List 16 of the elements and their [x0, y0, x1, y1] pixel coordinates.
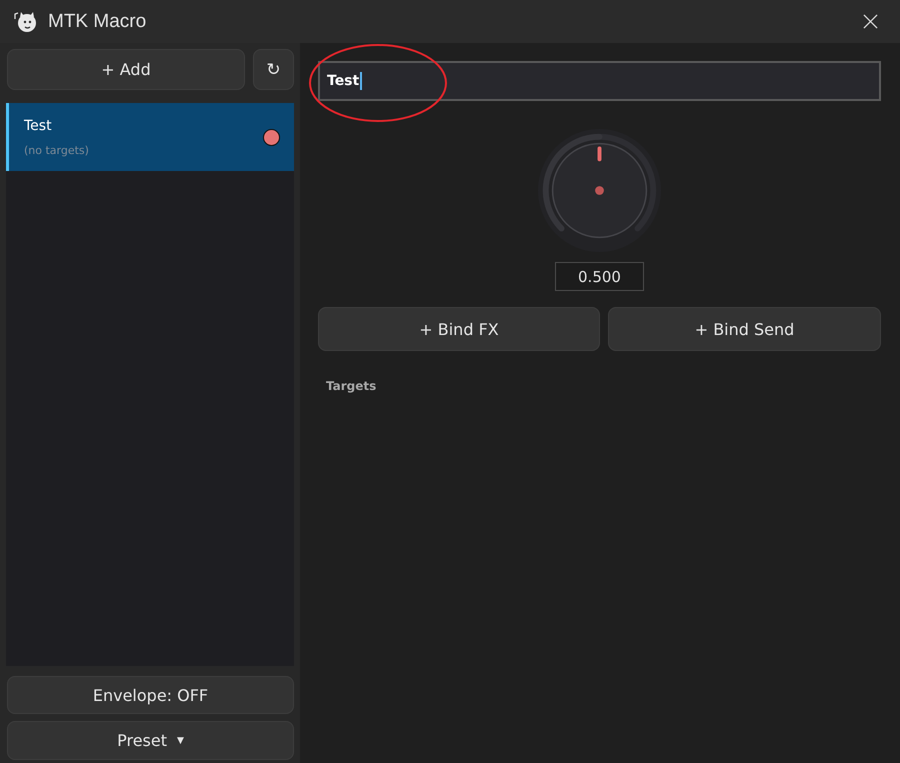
- close-icon[interactable]: [863, 14, 878, 29]
- window-title: MTK Macro: [48, 10, 146, 32]
- text-cursor-icon: [360, 72, 362, 90]
- macro-name: Test: [24, 118, 52, 134]
- preset-button[interactable]: Preset ▼: [7, 721, 294, 760]
- add-button[interactable]: + Add: [7, 49, 245, 90]
- macro-targets-note: (no targets): [24, 144, 89, 156]
- refresh-button[interactable]: ↻: [253, 49, 294, 90]
- targets-heading: Targets: [325, 379, 376, 393]
- macro-item[interactable]: Test (no targets): [6, 103, 294, 171]
- bind-button[interactable]: + Bind FX: [318, 307, 600, 351]
- name-field[interactable]: Test: [318, 61, 881, 101]
- bind-button[interactable]: + Bind Send: [608, 307, 881, 351]
- cat-logo-icon: [13, 10, 37, 34]
- envelope-button[interactable]: Envelope: OFF: [7, 676, 294, 714]
- knob-value-field[interactable]: 0.500: [555, 262, 644, 291]
